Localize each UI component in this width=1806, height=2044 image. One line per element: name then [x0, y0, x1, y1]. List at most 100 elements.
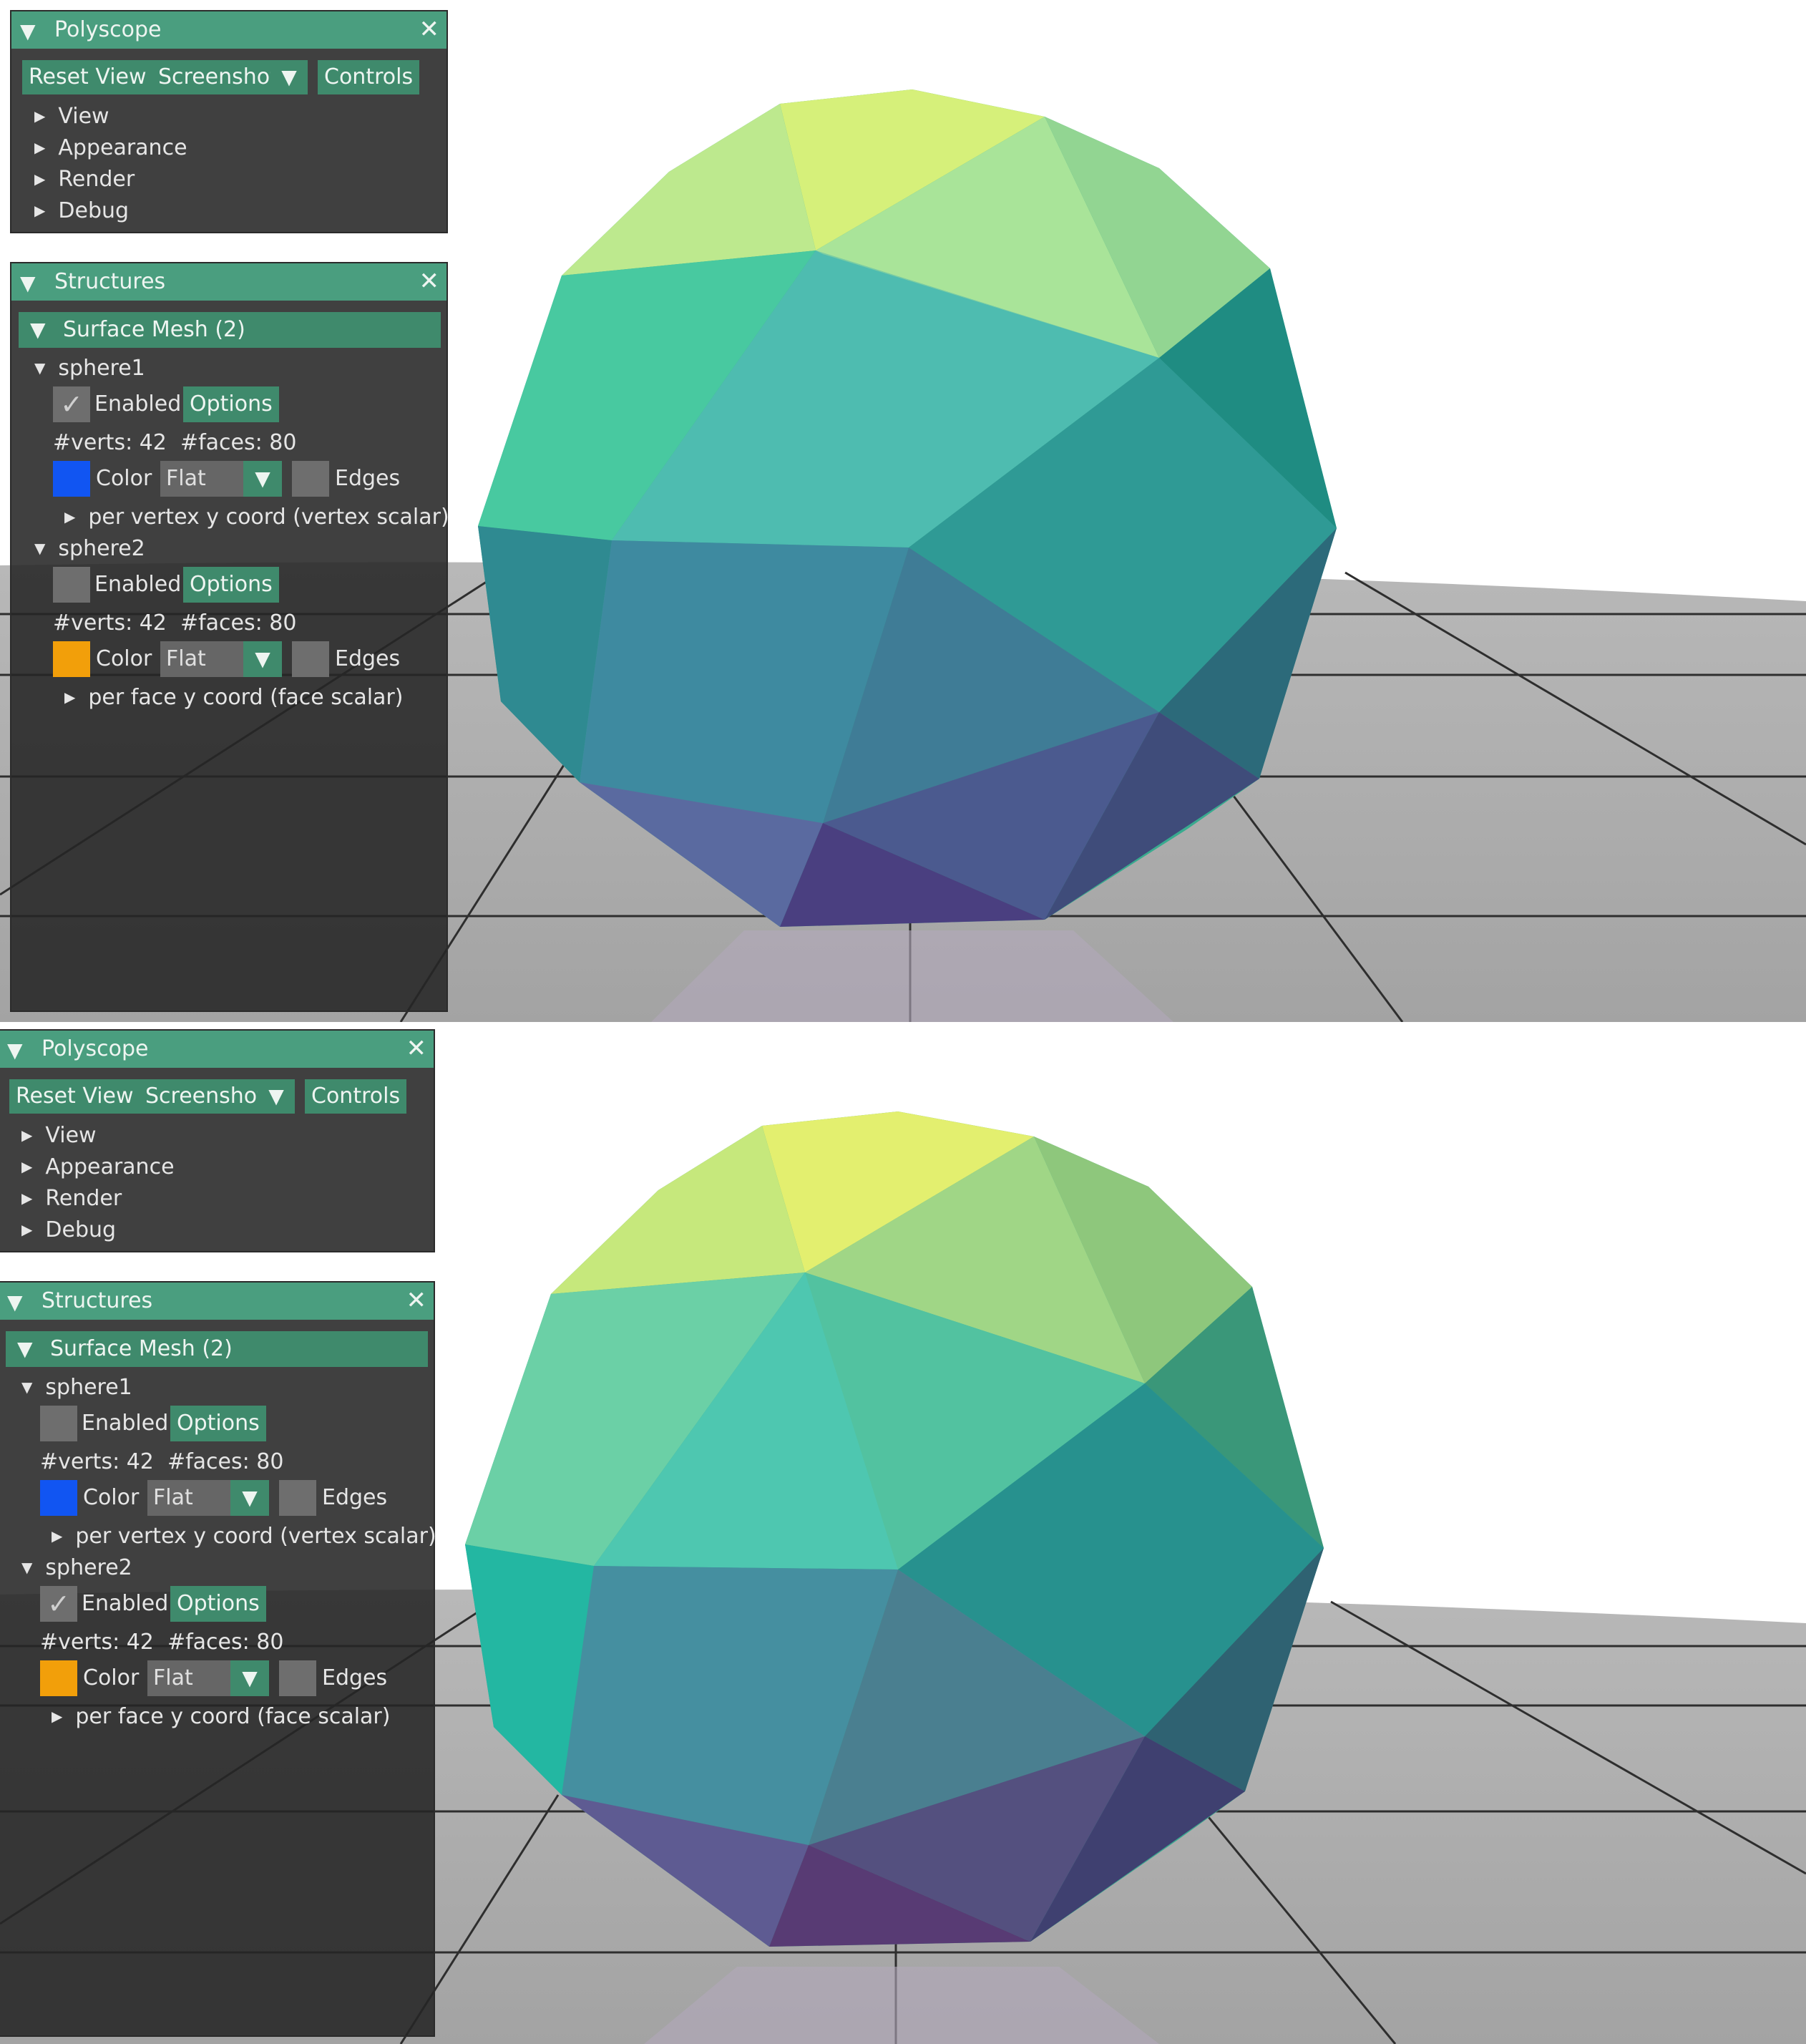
shading-select[interactable]: Flat ▼ — [160, 641, 282, 677]
polyscope-panel-header[interactable]: ▼ Polyscope ✕ — [11, 11, 446, 49]
triangle-down-icon[interactable]: ▼ — [20, 19, 36, 43]
color-label: Color — [83, 1665, 140, 1690]
mesh-tree-node-sphere1[interactable]: ▼ sphere1 — [21, 1373, 132, 1402]
structures-panel-header[interactable]: ▼ Structures ✕ — [11, 263, 446, 301]
structures-panel-header[interactable]: ▼ Structures ✕ — [0, 1283, 434, 1320]
quantity-tree-node[interactable]: ▶ per face y coord (face scalar) — [52, 1702, 390, 1731]
edges-label: Edges — [335, 646, 401, 671]
color-swatch[interactable] — [53, 641, 90, 677]
menu-item-debug[interactable]: ▶ Debug — [21, 1215, 116, 1245]
screenshot-options-button[interactable]: ▼ — [270, 60, 308, 94]
screenshot-frame-bottom: ▼ Polyscope ✕ Reset View Screenshot ▼ Co… — [0, 1022, 1806, 2044]
polyscope-panel: ▼ Polyscope ✕ Reset View Screenshot ▼ Co… — [10, 10, 448, 233]
mesh-tree-node-sphere1[interactable]: ▼ sphere1 — [34, 354, 145, 383]
triangle-right-icon: ▶ — [52, 1708, 63, 1725]
triangle-down-icon: ▼ — [17, 1337, 33, 1361]
triangle-down-icon: ▼ — [268, 1084, 284, 1108]
triangle-right-icon: ▶ — [64, 508, 76, 525]
triangle-right-icon: ▶ — [21, 1158, 33, 1175]
edges-label: Edges — [322, 1665, 388, 1690]
surface-mesh-group-header[interactable]: ▼ Surface Mesh (2) — [19, 312, 441, 348]
shading-select[interactable]: Flat ▼ — [147, 1480, 269, 1516]
triangle-down-icon: ▼ — [230, 1660, 269, 1696]
mesh-tree-node-sphere2[interactable]: ▼ sphere2 — [34, 534, 145, 563]
triangle-down-icon: ▼ — [21, 1559, 33, 1576]
color-swatch[interactable] — [40, 1660, 77, 1696]
screenshot-frame-top: ▼ Polyscope ✕ Reset View Screenshot ▼ Co… — [0, 0, 1806, 1022]
triangle-right-icon: ▶ — [52, 1527, 63, 1544]
triangle-down-icon: ▼ — [30, 318, 46, 341]
checkmark-icon: ✓ — [60, 389, 83, 420]
triangle-right-icon: ▶ — [21, 1221, 33, 1238]
enabled-checkbox[interactable]: ✓ — [53, 386, 90, 422]
color-label: Color — [83, 1485, 140, 1510]
triangle-down-icon[interactable]: ▼ — [7, 1290, 23, 1314]
mesh-tree-node-sphere2[interactable]: ▼ sphere2 — [21, 1553, 132, 1582]
enabled-checkbox[interactable] — [53, 567, 90, 603]
close-icon[interactable]: ✕ — [406, 1034, 427, 1063]
quantity-tree-node[interactable]: ▶ per vertex y coord (vertex scalar) — [52, 1522, 436, 1551]
triangle-down-icon: ▼ — [34, 540, 46, 557]
triangle-down-icon[interactable]: ▼ — [7, 1038, 23, 1062]
triangle-down-icon: ▼ — [243, 641, 282, 677]
close-icon[interactable]: ✕ — [406, 1286, 427, 1315]
triangle-right-icon: ▶ — [64, 688, 76, 706]
menu-item-render[interactable]: ▶ Render — [21, 1184, 122, 1213]
reset-view-button[interactable]: Reset View — [22, 60, 153, 94]
enabled-label: Enabled — [82, 1591, 169, 1616]
structures-panel: ▼ Structures ✕ ▼ Surface Mesh (2) ▼ spher… — [10, 262, 449, 1012]
color-swatch[interactable] — [53, 461, 90, 497]
panel-title: Polyscope — [42, 1036, 149, 1061]
options-button[interactable]: Options — [170, 1406, 266, 1441]
edges-label: Edges — [322, 1485, 388, 1510]
triangle-down-icon: ▼ — [230, 1480, 269, 1516]
triangle-down-icon: ▼ — [281, 65, 297, 89]
shading-select[interactable]: Flat ▼ — [147, 1660, 269, 1696]
menu-item-render[interactable]: ▶ Render — [34, 165, 135, 194]
quantity-tree-node[interactable]: ▶ per face y coord (face scalar) — [64, 683, 403, 712]
polyscope-panel-header[interactable]: ▼ Polyscope ✕ — [0, 1031, 434, 1068]
enabled-checkbox[interactable]: ✓ — [40, 1586, 77, 1622]
edges-checkbox[interactable] — [292, 461, 329, 497]
shading-select[interactable]: Flat ▼ — [160, 461, 282, 497]
quantity-tree-node[interactable]: ▶ per vertex y coord (vertex scalar) — [64, 502, 449, 532]
menu-item-debug[interactable]: ▶ Debug — [34, 196, 129, 225]
close-icon[interactable]: ✕ — [419, 267, 440, 296]
color-label: Color — [96, 466, 152, 491]
options-button[interactable]: Options — [170, 1586, 266, 1622]
triangle-right-icon: ▶ — [34, 170, 46, 188]
triangle-right-icon: ▶ — [21, 1189, 33, 1207]
surface-mesh-group-header[interactable]: ▼ Surface Mesh (2) — [6, 1331, 428, 1367]
options-button[interactable]: Options — [183, 386, 279, 422]
enabled-checkbox[interactable] — [40, 1406, 77, 1441]
screenshot-button[interactable]: Screenshot — [139, 1079, 272, 1114]
controls-button[interactable]: Controls — [318, 60, 420, 94]
menu-item-appearance[interactable]: ▶ Appearance — [21, 1152, 175, 1182]
enabled-label: Enabled — [82, 1411, 169, 1436]
edges-checkbox[interactable] — [279, 1660, 316, 1696]
triangle-right-icon: ▶ — [34, 139, 46, 156]
enabled-label: Enabled — [94, 391, 182, 417]
controls-button[interactable]: Controls — [305, 1079, 407, 1114]
screenshot-options-button[interactable]: ▼ — [258, 1079, 295, 1114]
options-button[interactable]: Options — [183, 567, 279, 603]
menu-item-appearance[interactable]: ▶ Appearance — [34, 133, 187, 162]
menu-item-view[interactable]: ▶ View — [34, 102, 109, 131]
menu-item-view[interactable]: ▶ View — [21, 1121, 97, 1150]
screenshot-button[interactable]: Screenshot — [152, 60, 285, 94]
reset-view-button[interactable]: Reset View — [9, 1079, 140, 1114]
mesh-stats: #verts: 42 #faces: 80 — [53, 610, 297, 636]
triangle-down-icon[interactable]: ▼ — [20, 271, 36, 295]
color-label: Color — [96, 646, 152, 671]
panel-title: Polyscope — [54, 17, 162, 42]
close-icon[interactable]: ✕ — [419, 15, 440, 44]
structures-panel: ▼ Structures ✕ ▼ Surface Mesh (2) ▼ spher… — [0, 1281, 436, 2037]
enabled-label: Enabled — [94, 572, 182, 597]
mesh-stats: #verts: 42 #faces: 80 — [40, 1449, 284, 1474]
triangle-down-icon: ▼ — [243, 461, 282, 497]
mesh-stats: #verts: 42 #faces: 80 — [40, 1630, 284, 1655]
edges-checkbox[interactable] — [279, 1480, 316, 1516]
edges-checkbox[interactable] — [292, 641, 329, 677]
color-swatch[interactable] — [40, 1480, 77, 1516]
sphere1-mesh — [478, 89, 1337, 927]
